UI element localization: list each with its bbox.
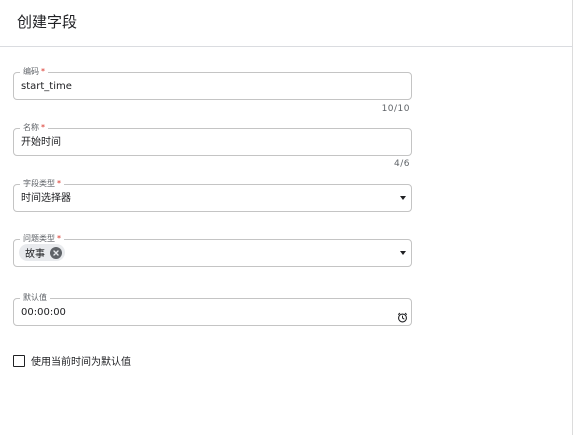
code-field-label: 编码 * <box>20 66 48 77</box>
page-title: 创建字段 <box>17 13 78 31</box>
field-type-value: 时间选择器 <box>21 193 71 204</box>
clock-icon[interactable] <box>397 308 408 327</box>
issue-type-chip: 故事 <box>19 244 65 261</box>
checkbox-unchecked-icon[interactable] <box>13 354 25 367</box>
code-char-counter: 10/10 <box>381 104 410 114</box>
name-field[interactable]: 名称 * 开始时间 <box>13 122 412 156</box>
required-mark: * <box>57 234 61 243</box>
create-field-panel: 创建字段 编码 * start_time 10/10 名称 * 开始时间 4/6 字… <box>0 0 573 435</box>
name-input[interactable]: 开始时间 <box>21 136 61 149</box>
issue-type-label: 问题类型 * <box>20 233 64 244</box>
required-mark: * <box>41 123 45 132</box>
field-type-label: 字段类型 * <box>20 178 64 189</box>
default-value-field[interactable]: 默认值 00:00:00 <box>13 292 412 327</box>
chip-label: 故事 <box>25 249 45 260</box>
required-mark: * <box>57 179 61 188</box>
close-circle-icon[interactable] <box>50 246 62 259</box>
name-char-counter: 4/6 <box>394 159 410 169</box>
caret-down-icon[interactable] <box>400 251 406 255</box>
field-type-select[interactable]: 字段类型 * 时间选择器 <box>13 178 412 212</box>
default-time-input[interactable]: 00:00:00 <box>21 306 66 319</box>
panel-header: 创建字段 <box>0 0 573 47</box>
use-current-time-label: 使用当前时间为默认值 <box>31 357 131 368</box>
issue-type-select[interactable]: 问题类型 * 故事 <box>13 233 412 267</box>
required-mark: * <box>41 67 45 76</box>
caret-down-icon[interactable] <box>400 196 406 200</box>
use-current-time-row[interactable]: 使用当前时间为默认值 <box>13 353 131 368</box>
code-field[interactable]: 编码 * start_time <box>13 66 412 100</box>
name-field-label: 名称 * <box>20 122 48 133</box>
code-input[interactable]: start_time <box>21 80 72 93</box>
default-value-label: 默认值 <box>20 292 50 303</box>
